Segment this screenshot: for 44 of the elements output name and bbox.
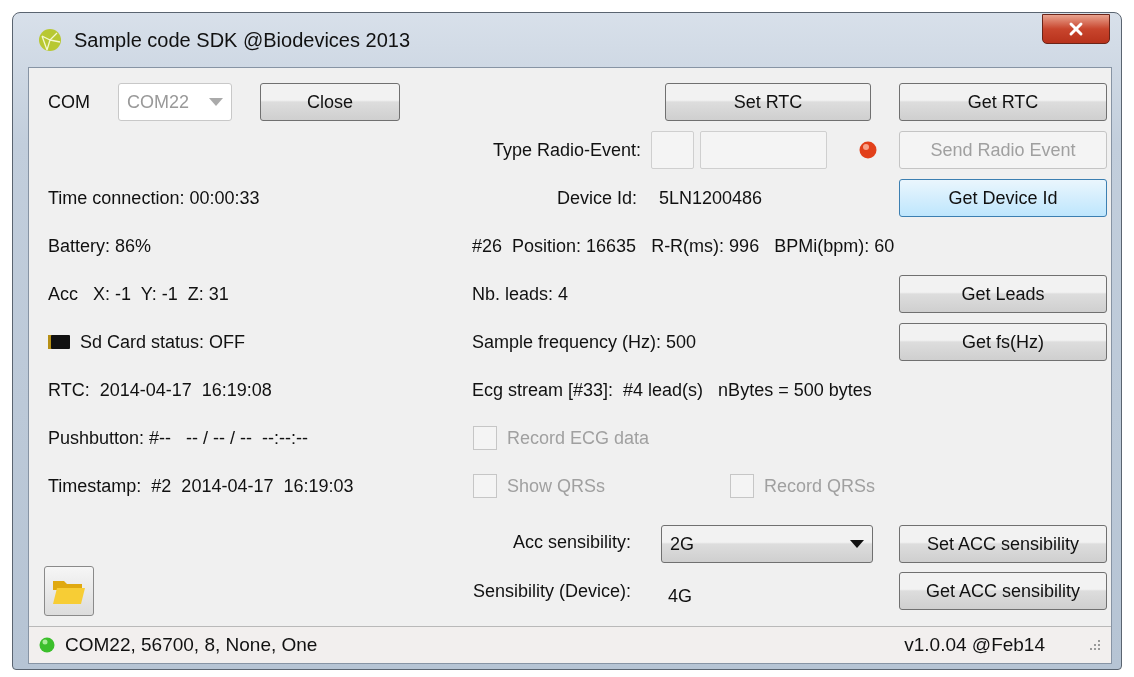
info-text: Sd Card status: OFF [80,331,246,353]
status-led-icon [39,637,55,653]
get-leads-button[interactable]: Get Leads [899,275,1107,313]
checkbox-label: Show QRSs [507,475,606,497]
frequency-text: Sample frequency (Hz): 500 [472,331,697,353]
beat-info-text: #26 Position: 16635 R-R(ms): 996 BPMi(bpm): 60 [472,235,895,257]
device-id-label: Device Id: [555,187,637,209]
close-port-button[interactable]: Close [260,83,400,121]
caret-icon [850,540,864,548]
set-rtc-button[interactable]: Set RTC [665,83,871,121]
resize-grip-icon [1089,639,1101,651]
info-text: Timestamp: #2 2014-04-17 16:19:03 [48,475,354,497]
device-sensibility-value: 4G [668,585,692,607]
info-text: Pushbutton: #-- -- / -- / -- --:--:-- [48,427,308,449]
acc-sensibility-label: Acc sensibility: [511,532,631,553]
checkbox-label: Record ECG data [507,427,650,449]
info-text: Acc X: -1 Y: -1 Z: 31 [48,283,229,305]
globe-icon [38,28,62,52]
sd-card-icon [48,334,70,350]
version-text: v1.0.04 @Feb14 [904,634,1045,656]
acc-sensibility-dropdown[interactable]: 2G [661,525,873,563]
radio-event-label: Type Radio-Event: [491,139,641,161]
folder-button[interactable] [44,566,94,616]
get-fs-button[interactable]: Get fs(Hz) [899,323,1107,361]
window-title: Sample code SDK @Biodevices 2013 [74,28,411,52]
checkbox-label: Record QRSs [764,475,876,497]
connection-status: COM22, 56700, 8, None, One [65,634,318,656]
input-field[interactable] [651,131,694,169]
com-label: COM [48,91,91,113]
info-text: Battery: 86% [48,235,152,257]
info-text: Time connection: 00:00:33 [48,187,260,209]
ecg-stream-text: Ecg stream [#33]: #4 lead(s) nBytes = 500 bytes [472,379,872,401]
info-text: RTC: 2014-04-17 16:19:08 [48,379,272,401]
get-device-id-button[interactable]: Get Device Id [899,179,1107,217]
leads-text: Nb. leads: 4 [472,283,569,305]
caret-icon [209,98,223,106]
status-led-icon [859,141,877,159]
get-acc-sensibility-button[interactable]: Get ACC sensibility [899,572,1107,610]
close-button[interactable] [1042,14,1110,44]
get-rtc-button[interactable]: Get RTC [899,83,1107,121]
input-field[interactable] [700,131,827,169]
set-acc-sensibility-button[interactable]: Set ACC sensibility [899,525,1107,563]
device-sensibility-label: Sensibility (Device): [471,580,631,602]
device-id-value: 5LN1200486 [659,187,763,209]
